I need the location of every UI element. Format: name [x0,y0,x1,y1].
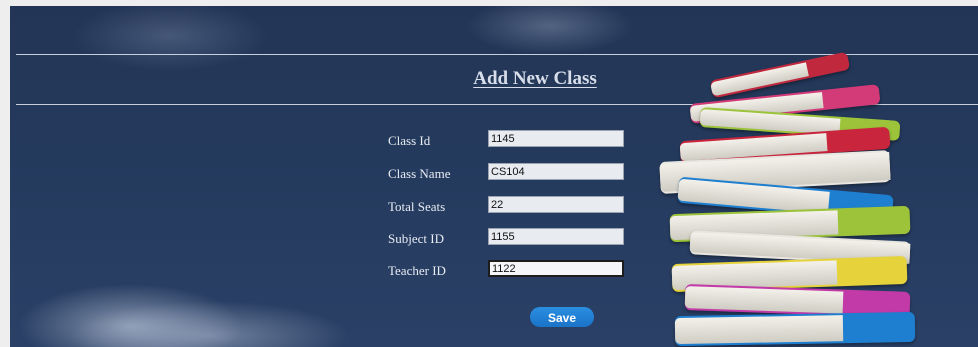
subject-id-input[interactable] [488,228,624,245]
window-frame: Add New Class Class Id Class Name [0,0,978,347]
total-seats-input[interactable] [488,196,624,213]
class-name-label: Class Name [388,166,451,181]
book-stack-illustration [650,51,920,347]
class-name-input[interactable] [488,163,624,180]
form-row-teacher-id: Teacher ID [388,260,648,282]
subject-id-label: Subject ID [388,231,444,246]
book-icon [674,311,916,347]
class-id-label: Class Id [388,133,431,148]
page-background: Add New Class Class Id Class Name [10,6,978,347]
save-button[interactable]: Save [530,307,594,327]
form-row-class-id: Class Id [388,130,648,152]
class-id-input[interactable] [488,130,624,147]
form-row-subject-id: Subject ID [388,228,648,250]
teacher-id-label: Teacher ID [388,263,446,278]
total-seats-label: Total Seats [388,199,446,214]
teacher-id-input[interactable] [488,260,624,277]
form-row-total-seats: Total Seats [388,196,648,218]
form-row-class-name: Class Name [388,163,648,185]
